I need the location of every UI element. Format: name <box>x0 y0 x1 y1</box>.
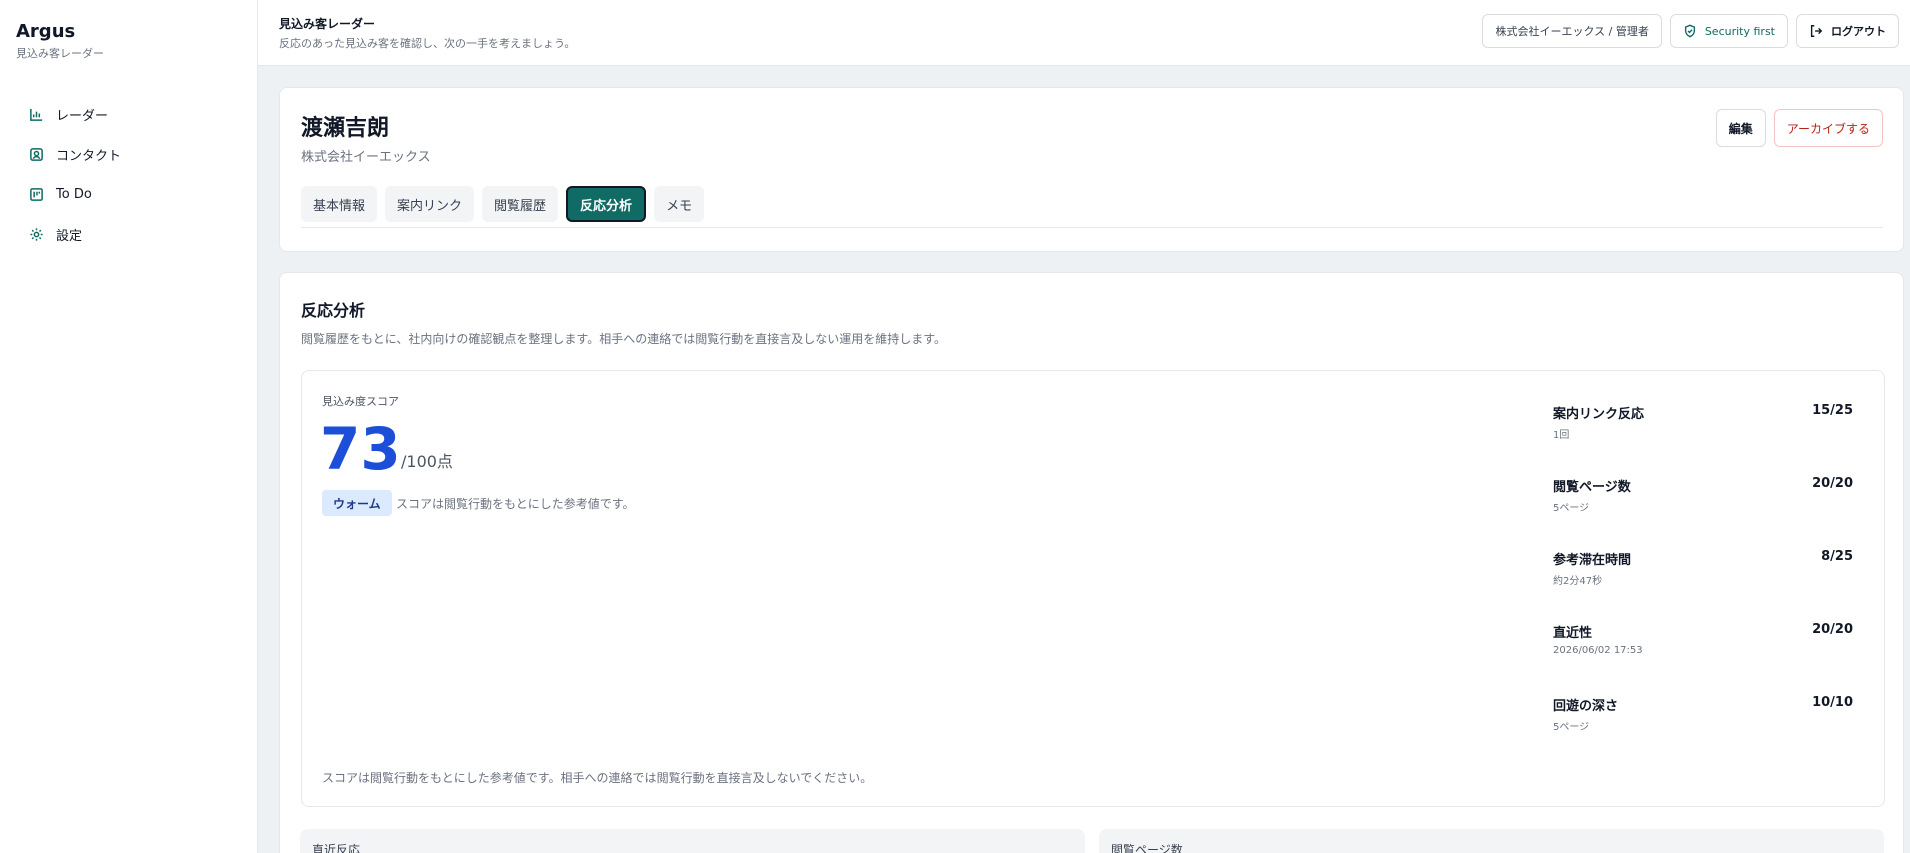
score-panel: 見込み度スコア 73 /100点 ウォーム スコアは閲覧行動をもとにした参考値で… <box>301 370 1885 807</box>
metric-score: 20/20 <box>1812 476 1853 491</box>
edit-button[interactable]: 編集 <box>1715 109 1766 147</box>
metric-item: 直近性 20/20 2026/06/02 17:53 <box>1553 622 1853 695</box>
tab-guide-links[interactable]: 案内リンク <box>385 186 475 222</box>
sidebar-item-label: 設定 <box>56 228 83 244</box>
page-subtitle: 反応のあった見込み客を確認し、次の一手を考えましょう。 <box>279 37 576 50</box>
response-analysis-section: 反応分析 閲覧履歴をもとに、社内向けの確認観点を整理します。相手への連絡では閲覧… <box>279 272 1904 853</box>
tab-view-history[interactable]: 閲覧履歴 <box>482 186 559 222</box>
panel-label: 直近反応 <box>312 843 361 853</box>
recent-response-panel: 直近反応 <box>300 829 1085 853</box>
score-disclaimer: スコアは閲覧行動をもとにした参考値です。相手への連絡では閲覧行動を直接言及しない… <box>322 771 873 785</box>
security-label: Security first <box>1704 24 1775 38</box>
score-breakdown: 案内リンク反応 15/25 1回 閲覧ページ数 20/20 5ページ 参考滞在時… <box>1553 403 1853 768</box>
sidebar-nav: レーダー コンタクト To Do 設定 <box>16 96 242 256</box>
organization-label: 株式会社イーエックス / 管理者 <box>1495 25 1649 38</box>
section-description: 閲覧履歴をもとに、社内向けの確認観点を整理します。相手への連絡では閲覧行動を直接… <box>301 332 947 346</box>
metric-item: 案内リンク反応 15/25 1回 <box>1553 403 1853 476</box>
metric-detail: 1回 <box>1553 430 1570 441</box>
metric-item: 参考滞在時間 8/25 約2分47秒 <box>1553 549 1853 622</box>
header-actions: 株式会社イーエックス / 管理者 Security first ログアウト <box>1482 14 1899 48</box>
metric-score: 20/20 <box>1812 622 1853 637</box>
metric-name: 回遊の深さ <box>1553 699 1619 714</box>
app-subtitle: 見込み客レーダー <box>16 47 104 60</box>
metric-detail: 2026/06/02 17:53 <box>1553 645 1643 656</box>
organization-button[interactable]: 株式会社イーエックス / 管理者 <box>1482 14 1662 48</box>
todo-icon <box>28 186 44 202</box>
shield-check-icon <box>1683 24 1697 38</box>
status-badge: ウォーム <box>322 490 392 516</box>
score-note: スコアは閲覧行動をもとにした参考値です。 <box>396 497 635 511</box>
sidebar-item-contacts[interactable]: コンタクト <box>16 136 242 172</box>
profile-tabs: 基本情報 案内リンク 閲覧履歴 反応分析 メモ <box>301 186 1883 228</box>
app-title: Argus <box>16 21 76 42</box>
metric-name: 案内リンク反応 <box>1553 407 1645 422</box>
metric-name: 参考滞在時間 <box>1553 553 1632 568</box>
metric-name: 閲覧ページ数 <box>1553 480 1631 495</box>
contact-company: 株式会社イーエックス <box>301 150 431 165</box>
section-title: 反応分析 <box>301 301 366 320</box>
metric-detail: 約2分47秒 <box>1553 576 1603 587</box>
score-value: 73 <box>320 415 401 483</box>
archive-button[interactable]: アーカイブする <box>1773 109 1883 147</box>
tab-memo[interactable]: メモ <box>654 186 705 222</box>
card-actions: 編集 アーカイブする <box>1715 109 1883 147</box>
sidebar: Argus 見込み客レーダー レーダー コンタクト To Do 設定 <box>0 0 258 853</box>
page-title: 見込み客レーダー <box>279 17 376 31</box>
top-header: 見込み客レーダー 反応のあった見込み客を確認し、次の一手を考えましょう。 株式会… <box>258 0 1910 66</box>
sidebar-item-radar[interactable]: レーダー <box>16 96 242 132</box>
contact-name: 渡瀬吉朗 <box>301 116 390 141</box>
tab-basic-info[interactable]: 基本情報 <box>301 186 378 222</box>
metric-item: 回遊の深さ 10/10 5ページ <box>1553 695 1853 768</box>
metric-item: 閲覧ページ数 20/20 5ページ <box>1553 476 1853 549</box>
logout-icon <box>1809 24 1823 38</box>
security-button[interactable]: Security first <box>1669 14 1788 48</box>
sidebar-item-settings[interactable]: 設定 <box>16 216 242 252</box>
score-label: 見込み度スコア <box>322 395 399 408</box>
contact-icon <box>28 146 44 162</box>
logout-button[interactable]: ログアウト <box>1796 14 1899 48</box>
metric-score: 10/10 <box>1812 695 1853 710</box>
tab-response-analysis[interactable]: 反応分析 <box>566 186 647 222</box>
score-max: /100点 <box>401 452 453 471</box>
sidebar-item-label: コンタクト <box>56 148 122 164</box>
metric-score: 15/25 <box>1812 403 1853 418</box>
metric-score: 8/25 <box>1821 549 1853 564</box>
brand: Argus 見込み客レーダー <box>16 20 104 62</box>
metric-detail: 5ページ <box>1553 722 1590 733</box>
bar-chart-icon <box>28 106 44 122</box>
sidebar-item-label: To Do <box>56 186 92 202</box>
gear-icon <box>28 226 44 242</box>
sidebar-item-label: レーダー <box>56 108 109 124</box>
metric-detail: 5ページ <box>1553 503 1590 514</box>
panel-label: 閲覧ページ数 <box>1111 843 1183 853</box>
contact-profile-card: 渡瀬吉朗 株式会社イーエックス 編集 アーカイブする 基本情報 案内リンク 閲覧… <box>279 87 1904 252</box>
logout-label: ログアウト <box>1831 25 1886 38</box>
page-views-panel: 閲覧ページ数 <box>1099 829 1884 853</box>
sidebar-item-todo[interactable]: To Do <box>16 176 242 212</box>
metric-name: 直近性 <box>1553 626 1593 641</box>
